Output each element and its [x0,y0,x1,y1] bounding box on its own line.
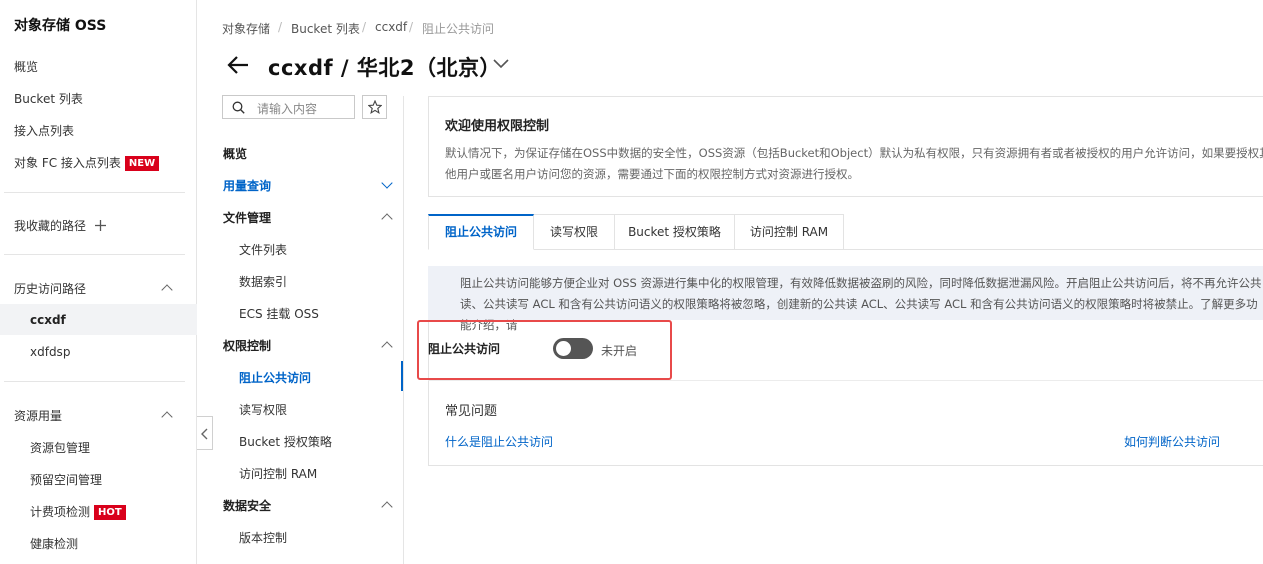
subnav-usage-query[interactable]: 用量查询 [223,177,271,194]
sidebar-divider [4,192,185,193]
resources-item-reserved-space[interactable]: 预留空间管理 [30,471,102,488]
sidebar-divider [4,381,185,382]
tab-bucket-policy[interactable]: Bucket 授权策略 [615,214,735,250]
sidebar-item-bucket-list[interactable]: Bucket 列表 [14,90,83,107]
arrow-left-icon[interactable] [226,54,250,76]
tab-read-write-permission[interactable]: 读写权限 [534,214,615,250]
sidebar-title: 对象存储 OSS [14,18,107,34]
star-icon [368,100,382,114]
sidebar-divider [4,254,185,255]
new-badge: NEW [124,156,160,171]
collapse-sidebar-button[interactable] [197,416,213,450]
tab-block-public-access[interactable]: 阻止公共访问 [428,214,534,250]
search-placeholder: 请输入内容 [257,102,318,116]
breadcrumb-oss[interactable]: 对象存储 [222,20,270,37]
hot-badge: HOT [94,505,126,520]
welcome-description: 默认情况下，为保证存储在OSS中数据的安全性，OSS资源（包括Bucket和Ob… [445,146,1263,181]
page-title: ccxdf / 华北2（北京） [268,56,502,80]
block-public-access-label: 阻止公共访问 [428,342,501,356]
subnav-file-list[interactable]: 文件列表 [239,241,287,258]
sidebar-item-overview[interactable]: 概览 [14,58,38,75]
sidebar-item-favorites[interactable]: 我收藏的路径 [14,217,86,234]
resources-item-billing-check[interactable]: 计费项检测 HOT [30,503,126,520]
subnav-read-write-permission[interactable]: 读写权限 [239,401,287,418]
chevron-down-icon[interactable] [492,57,510,69]
chevron-up-icon[interactable] [161,284,173,296]
breadcrumb-bucket[interactable]: ccxdf [375,20,407,34]
subnav-block-public-access[interactable]: 阻止公共访问 [239,369,311,386]
chevron-up-icon[interactable] [161,411,173,423]
welcome-title: 欢迎使用权限控制 [445,119,550,134]
left-sidebar: 对象存储 OSS 概览 Bucket 列表 接入点列表 对象 FC 接入点列表 N… [0,0,197,564]
sidebar-section-resources[interactable]: 资源用量 [14,407,62,424]
secondary-nav [207,96,404,564]
breadcrumb-separator: / [409,20,414,34]
faq-link-how-to-judge-public-access[interactable]: 如何判断公共访问 [1124,433,1220,450]
faq-title: 常见问题 [445,404,498,419]
search-input[interactable]: 请输入内容 [222,95,355,119]
resources-item-health-check[interactable]: 健康检测 [30,535,78,552]
plus-icon[interactable] [94,219,107,232]
sidebar-section-history[interactable]: 历史访问路径 [14,280,86,297]
subnav-permission-control[interactable]: 权限控制 [223,337,271,354]
breadcrumb-bucket-list[interactable]: Bucket 列表 [291,20,360,37]
favorite-button[interactable] [362,95,387,119]
breadcrumb-separator: / [278,20,283,34]
subnav-ram-access-control[interactable]: 访问控制 RAM [239,465,317,482]
sidebar-item-access-points[interactable]: 接入点列表 [14,122,74,139]
breadcrumb-separator: / [362,20,367,34]
subnav-bucket-policy[interactable]: Bucket 授权策略 [239,433,332,450]
card-divider [428,380,1263,381]
subnav-data-security[interactable]: 数据安全 [223,497,271,514]
search-icon [232,101,245,114]
history-item-ccxdf[interactable]: ccxdf [30,313,66,327]
subnav-versioning[interactable]: 版本控制 [239,529,287,546]
tab-ram-access-control[interactable]: 访问控制 RAM [735,214,844,250]
sidebar-item-fc-access-points[interactable]: 对象 FC 接入点列表 NEW [14,154,160,171]
subnav-overview[interactable]: 概览 [223,145,247,162]
resources-item-packages[interactable]: 资源包管理 [30,439,90,456]
history-item-xdfdsp[interactable]: xdfdsp [30,345,70,359]
subnav-data-index[interactable]: 数据索引 [239,273,287,290]
chevron-left-icon [201,428,208,440]
subnav-file-management[interactable]: 文件管理 [223,209,271,226]
faq-link-what-is-block-public-access[interactable]: 什么是阻止公共访问 [445,433,553,450]
subnav-ecs-mount[interactable]: ECS 挂载 OSS [239,305,319,322]
breadcrumb-current: 阻止公共访问 [422,22,495,36]
toggle-knob[interactable] [556,341,571,356]
toggle-status-text: 未开启 [601,344,638,358]
active-indicator [401,361,403,391]
